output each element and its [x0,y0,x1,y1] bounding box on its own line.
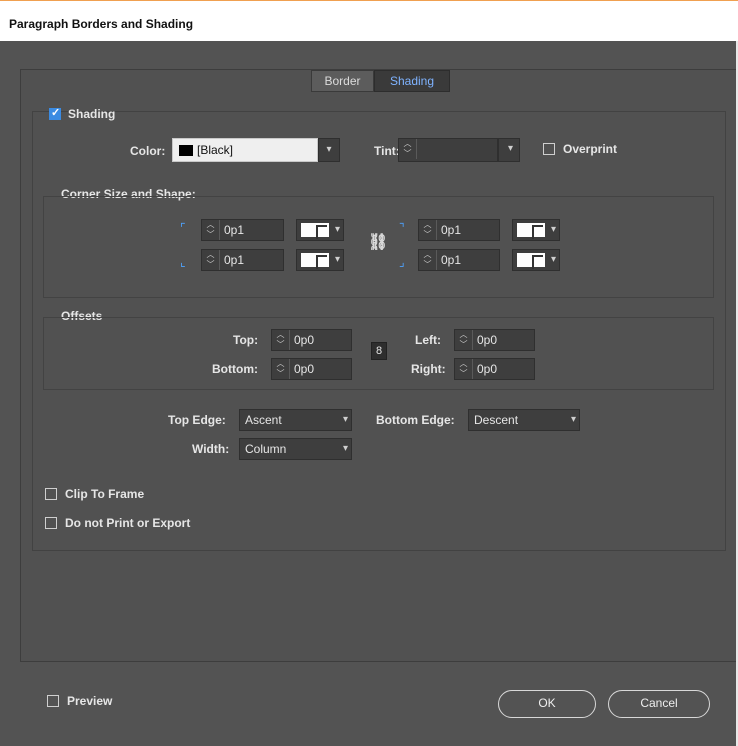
bottom-edge-dropdown[interactable]: Descent ▾ [468,409,580,431]
chevron-down-icon: ▾ [507,143,513,154]
black-swatch-icon [179,145,193,156]
title-bar: Paragraph Borders and Shading [0,0,738,41]
link-corners-icon[interactable]: ⛓ [368,232,388,252]
top-right-corner-icon: ⌝ [399,221,405,235]
right-offset-input[interactable]: ︿ ﹀ 0p0 [454,358,535,380]
bottom-left-corner-icon: ⌞ [180,255,186,269]
stepper-icon[interactable]: ︿ ﹀ [419,220,437,240]
chevron-down-icon: ▾ [334,254,340,265]
overprint-checkbox[interactable] [543,143,555,155]
clip-to-frame-checkbox[interactable] [45,488,57,500]
top-left-corner-input[interactable]: ︿ ﹀ 0p1 [201,219,284,241]
color-label: Color: [130,144,166,158]
chevron-down-icon: ▾ [550,254,556,265]
ok-button[interactable]: OK [498,690,596,718]
stepper-icon[interactable]: ︿ ﹀ [455,330,473,350]
bottom-offset-input[interactable]: ︿ ﹀ 0p0 [271,358,352,380]
bottom-right-corner-input[interactable]: ︿ ﹀ 0p1 [418,249,500,271]
bottom-left-shape-dropdown[interactable]: ▾ [296,249,344,271]
right-offset-label: Right: [411,362,446,376]
bottom-right-shape-dropdown[interactable]: ▾ [512,249,560,271]
stepper-icon[interactable]: ︿ ﹀ [202,220,220,240]
cancel-button[interactable]: Cancel [608,690,710,718]
corner-shape-icon [517,253,545,269]
top-right-corner-input[interactable]: ︿ ﹀ 0p1 [418,219,500,241]
chevron-down-icon: ▾ [570,414,576,425]
corner-shape-icon [517,223,545,239]
corner-shape-icon [301,223,329,239]
overprint-label: Overprint [563,142,618,156]
chevron-down-icon: ▾ [342,443,348,454]
top-offset-label: Top: [233,333,259,347]
top-edge-label: Top Edge: [168,413,226,427]
tint-stepper-icon[interactable]: ︿ ﹀ [399,139,417,159]
stepper-icon[interactable]: ︿ ﹀ [419,250,437,270]
color-value-box[interactable]: [Black] [172,138,318,162]
top-left-corner-icon: ⌜ [180,221,186,235]
top-offset-input[interactable]: ︿ ﹀ 0p0 [271,329,352,351]
do-not-print-label: Do not Print or Export [65,516,191,530]
width-dropdown[interactable]: Column ▾ [239,438,352,460]
color-dropdown[interactable]: [Black] ▾ [172,138,340,162]
left-offset-input[interactable]: ︿ ﹀ 0p0 [454,329,535,351]
color-value: [Black] [197,143,234,157]
chevron-down-icon: ▾ [342,414,348,425]
tint-dropdown[interactable]: ▾ [498,138,520,162]
preview-label: Preview [67,694,113,708]
bottom-right-corner-icon: ⌟ [399,255,405,269]
top-right-shape-dropdown[interactable]: ▾ [512,219,560,241]
chevron-down-icon[interactable]: ▾ [318,138,340,162]
chevron-down-icon: ▾ [334,224,340,235]
stepper-icon[interactable]: ︿ ﹀ [272,330,290,350]
preview-checkbox[interactable] [47,695,59,707]
chevron-down-icon: ▾ [550,224,556,235]
corner-shape-icon [301,253,329,269]
width-label: Width: [192,442,230,456]
shading-label: Shading [68,107,116,121]
dialog-title: Paragraph Borders and Shading [9,17,194,31]
tab-bar: Border Shading [311,70,450,92]
tint-input[interactable]: ︿ ﹀ [398,138,498,162]
tab-border[interactable]: Border [311,70,374,92]
bottom-left-corner-input[interactable]: ︿ ﹀ 0p1 [201,249,284,271]
tab-shading[interactable]: Shading [374,70,450,92]
link-offsets-icon[interactable]: 8 [371,342,387,360]
top-edge-dropdown[interactable]: Ascent ▾ [239,409,352,431]
stepper-icon[interactable]: ︿ ﹀ [272,359,290,379]
top-left-shape-dropdown[interactable]: ▾ [296,219,344,241]
clip-to-frame-label: Clip To Frame [65,487,145,501]
stepper-icon[interactable]: ︿ ﹀ [455,359,473,379]
bottom-edge-label: Bottom Edge: [376,413,455,427]
do-not-print-checkbox[interactable] [45,517,57,529]
stepper-icon[interactable]: ︿ ﹀ [202,250,220,270]
shading-checkbox[interactable] [49,106,61,120]
tint-label: Tint: [374,144,400,158]
left-offset-label: Left: [415,333,441,347]
bottom-offset-label: Bottom: [212,362,258,376]
